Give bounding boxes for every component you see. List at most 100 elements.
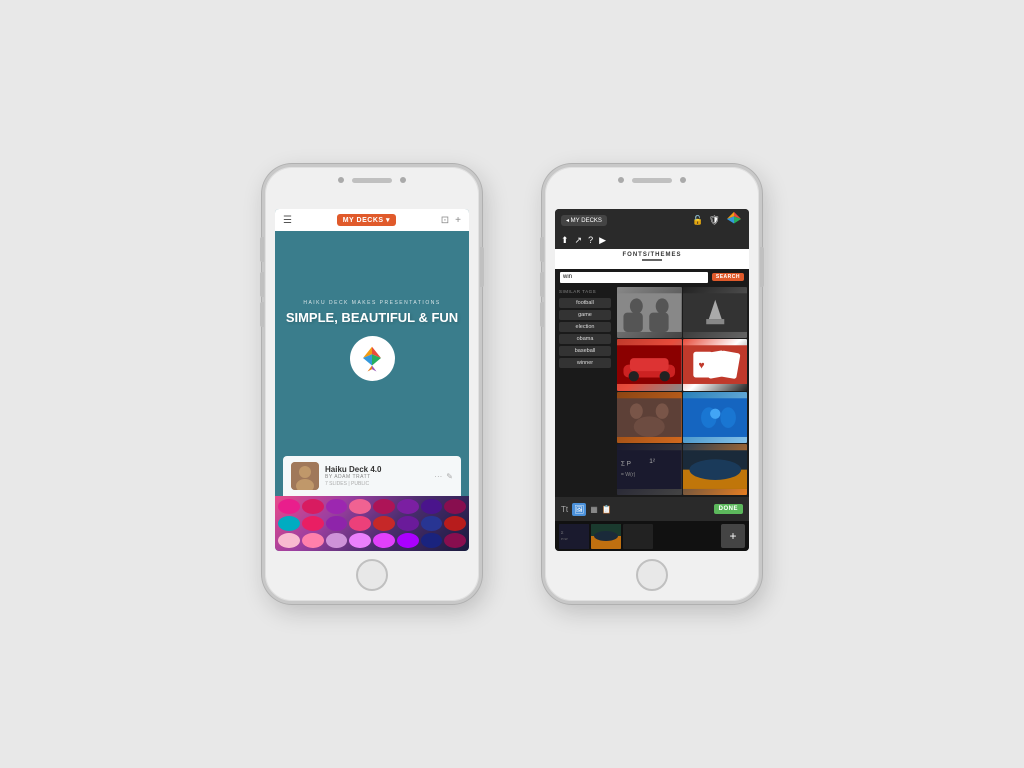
more-icon[interactable]: ··· [434,472,442,481]
tag-obama[interactable]: obama [559,334,611,344]
export-icon[interactable]: ↗ [575,235,583,246]
search-bar: SEARCH [555,269,749,285]
app-logo-icon [725,211,743,230]
similar-tags-label: SIMILAR TAGS [559,289,611,294]
result-image-4[interactable]: ♥ [683,339,748,390]
dot [326,499,348,514]
phone-bottom-right [636,559,668,591]
edit-icon[interactable]: ✎ [446,472,453,481]
makeup-dots-grid [275,496,469,551]
layout-tool-icon[interactable]: ▦ [590,505,598,514]
dot [421,516,443,531]
search-input[interactable] [560,272,708,283]
add-slide-button[interactable]: + [721,524,745,548]
phone-right: ◂ MY DECKS 🔓 🛡 ⬆ ↗ ? ▶ [542,164,762,604]
dot [278,516,300,531]
dot [373,533,395,548]
speaker-grille [352,178,392,183]
avatar-image [291,462,319,490]
topbar-right: ◂ MY DECKS 🔓 🛡 [555,209,749,231]
front-sensor-right [680,177,686,183]
hamburger-icon[interactable]: ☰ [283,215,292,226]
tag-football[interactable]: football [559,298,611,308]
deck-card[interactable]: Haiku Deck 4.0 BY ADAM TRATT 7 SLIDES | … [283,456,461,496]
phone-bottom [356,559,388,591]
svg-text:P=W: P=W [561,537,568,541]
tool-icons: Tt 🖼 ▦ 📋 [561,503,612,516]
result-image-5[interactable] [617,392,682,443]
dot [397,533,419,548]
fonts-themes-label: FONTS/THEMES [622,252,681,258]
dot [444,533,466,548]
shield-icon[interactable]: 🛡 [709,215,720,226]
dot [373,499,395,514]
add-icon[interactable]: + [455,215,461,226]
dot [444,516,466,531]
done-button[interactable]: DONE [714,504,743,514]
my-decks-button[interactable]: MY DECKS ▾ [337,214,396,226]
topbar-right-icons: 🔓 🛡 [692,211,743,230]
origami-bird-icon [357,343,387,373]
result-image-2[interactable] [683,287,748,338]
similar-tags-panel: SIMILAR TAGS football game election obam… [555,285,615,497]
svg-text:♥: ♥ [698,361,704,372]
back-button[interactable]: ◂ MY DECKS [561,215,607,226]
toolbar-row2: ⬆ ↗ ? ▶ [555,231,749,249]
hero-subtitle: HAIKU DECK MAKES PRESENTATIONS [303,300,440,306]
hero-title: SIMPLE, BEAUTIFUL & FUN [286,310,458,326]
dot [373,516,395,531]
text-tool-icon[interactable]: Tt [561,505,568,514]
front-camera [338,177,344,183]
phone-left: ☰ MY DECKS ▾ ⊡ + HAIKU DECK MAKES PRESEN… [262,164,482,604]
card-author: BY ADAM TRATT [325,474,428,480]
dot [349,533,371,548]
filmstrip-cell-3[interactable] [623,524,653,549]
speaker-grille-right [632,178,672,183]
home-button[interactable] [356,559,388,591]
svg-text:Σ P: Σ P [621,461,631,468]
tag-election[interactable]: election [559,322,611,332]
avatar [291,462,319,490]
dot [278,533,300,548]
tag-winner[interactable]: winner [559,358,611,368]
help-icon[interactable]: ? [588,235,593,246]
filmstrip-cell-2[interactable] [591,524,621,549]
tag-baseball[interactable]: baseball [559,346,611,356]
result-image-1[interactable] [617,287,682,338]
front-sensor [400,177,406,183]
share-icon[interactable]: ⬆ [561,235,569,246]
result-image-7[interactable]: Σ P = W(r) 1² [617,444,682,495]
action-icons: ⬆ ↗ ? ▶ [561,235,606,246]
dot [326,533,348,548]
search-button[interactable]: SEARCH [712,273,744,281]
logo-circle [350,336,395,381]
tag-game[interactable]: game [559,310,611,320]
dot [278,499,300,514]
topbar-right-icons: ⊡ + [441,215,461,226]
phone-left-screen: ☰ MY DECKS ▾ ⊡ + HAIKU DECK MAKES PRESEN… [275,209,469,551]
dot [326,516,348,531]
search-content: SIMILAR TAGS football game election obam… [555,285,749,497]
image-tool-icon[interactable]: 🖼 [572,503,586,516]
dot [421,499,443,514]
phone-top-speaker-right [618,177,686,183]
hero-area: HAIKU DECK MAKES PRESENTATIONS SIMPLE, B… [275,231,469,456]
dot [397,499,419,514]
notes-tool-icon[interactable]: 📋 [602,505,612,514]
card-title: Haiku Deck 4.0 [325,465,428,474]
filmstrip-cell-1[interactable]: Σ P=W [559,524,589,549]
dot [397,516,419,531]
result-image-8[interactable] [683,444,748,495]
result-image-3[interactable] [617,339,682,390]
lock-icon[interactable]: 🔓 [692,215,703,226]
home-button-right[interactable] [636,559,668,591]
camera-icon[interactable]: ⊡ [441,215,449,226]
dot [302,516,324,531]
image-results-grid: ♥ [615,285,749,497]
bottom-toolbar: Tt 🖼 ▦ 📋 DONE [555,497,749,521]
card-actions: ··· ✎ [434,472,453,481]
play-icon[interactable]: ▶ [599,235,606,246]
result-image-6[interactable] [683,392,748,443]
dot [302,499,324,514]
card-meta: 7 SLIDES | PUBLIC [325,481,428,487]
